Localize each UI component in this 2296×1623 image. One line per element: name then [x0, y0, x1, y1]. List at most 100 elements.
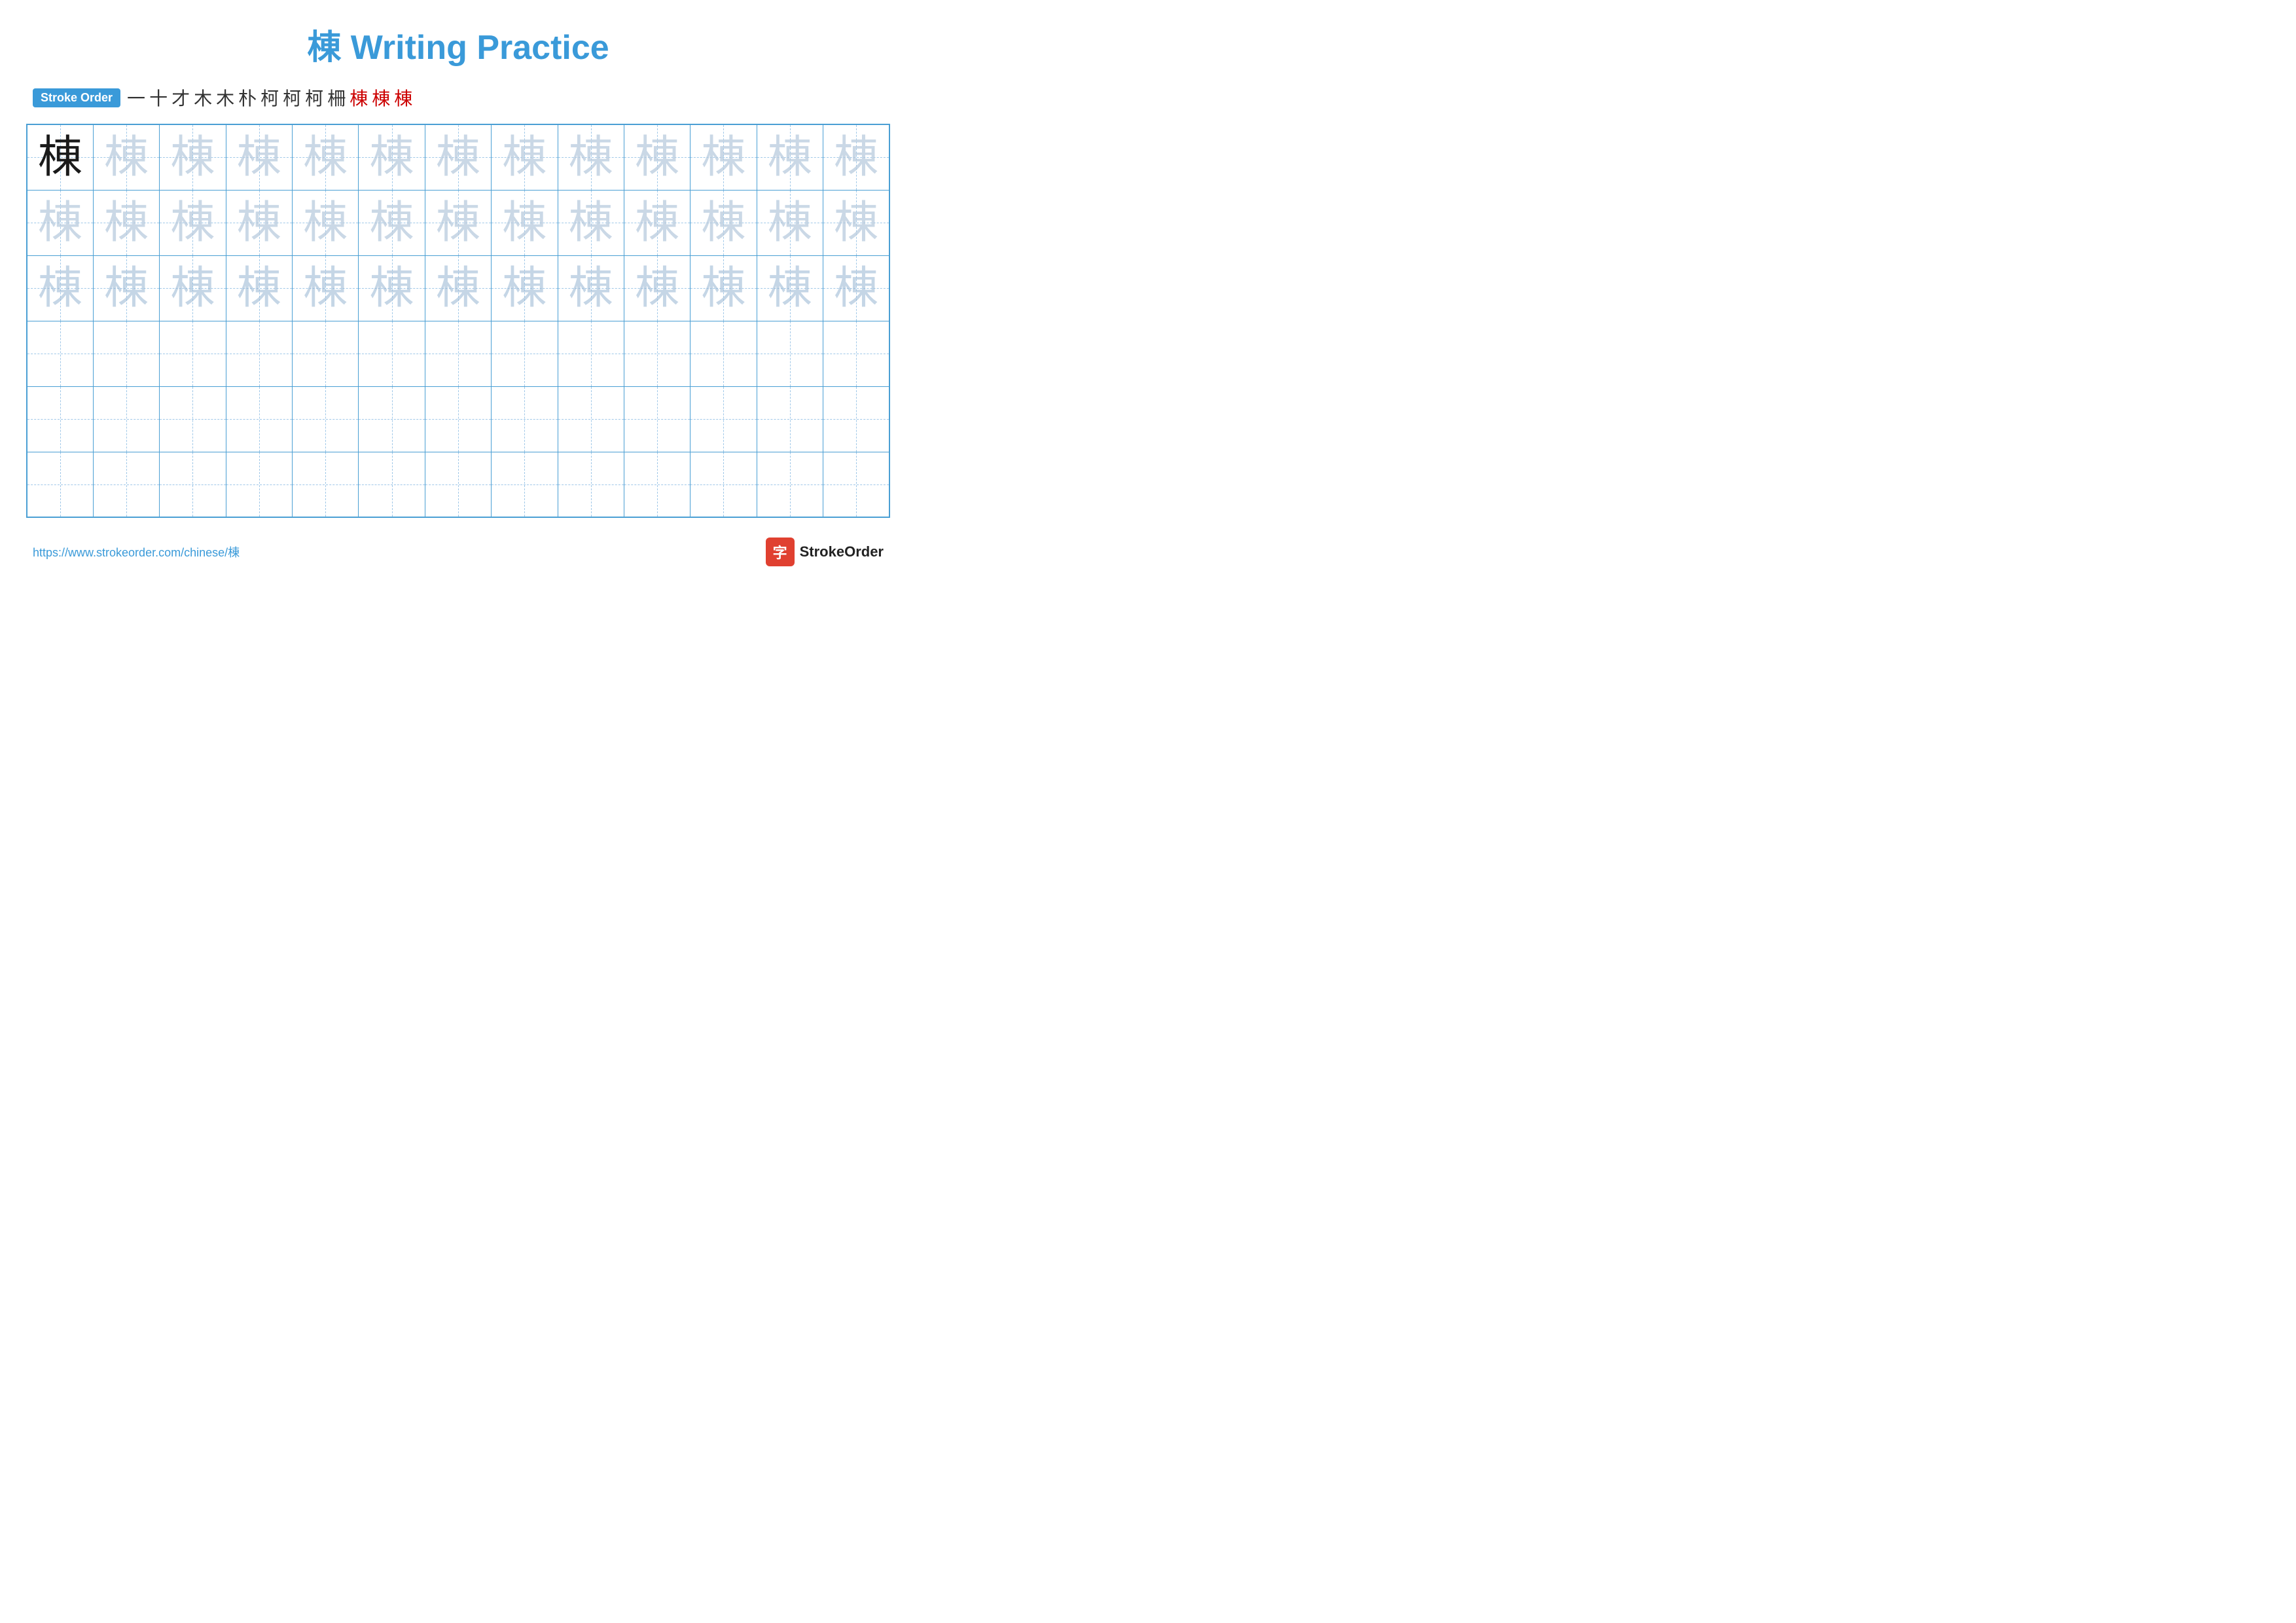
grid-cell[interactable]: 棟 — [624, 124, 690, 190]
practice-char: 棟 — [436, 263, 480, 313]
grid-cell[interactable] — [425, 386, 491, 452]
grid-cell[interactable] — [27, 321, 93, 386]
grid-cell[interactable]: 棟 — [226, 255, 292, 321]
grid-cell[interactable]: 棟 — [160, 255, 226, 321]
grid-cell[interactable]: 棟 — [160, 190, 226, 255]
grid-cell[interactable] — [757, 452, 823, 517]
grid-cell[interactable] — [27, 386, 93, 452]
grid-cell[interactable]: 棟 — [93, 124, 159, 190]
practice-char: 棟 — [436, 132, 480, 182]
grid-cell[interactable] — [425, 452, 491, 517]
grid-cell[interactable] — [757, 386, 823, 452]
table-row — [27, 452, 889, 517]
grid-cell[interactable] — [93, 321, 159, 386]
grid-cell[interactable]: 棟 — [293, 190, 359, 255]
grid-cell[interactable] — [293, 386, 359, 452]
grid-cell[interactable] — [293, 321, 359, 386]
stroke-9: 柯 — [305, 84, 323, 111]
grid-cell[interactable] — [425, 321, 491, 386]
grid-cell[interactable]: 棟 — [293, 124, 359, 190]
stroke-10: 柵 — [327, 84, 346, 111]
grid-cell[interactable]: 棟 — [359, 190, 425, 255]
grid-cell[interactable]: 棟 — [492, 124, 558, 190]
practice-char: 棟 — [635, 263, 679, 313]
grid-cell[interactable]: 棟 — [160, 124, 226, 190]
grid-cell[interactable] — [558, 321, 624, 386]
grid-cell[interactable]: 棟 — [624, 255, 690, 321]
practice-char: 棟 — [370, 132, 414, 182]
practice-char: 棟 — [436, 198, 480, 247]
grid-cell[interactable]: 棟 — [823, 255, 890, 321]
grid-cell[interactable]: 棟 — [691, 190, 757, 255]
grid-cell[interactable] — [823, 452, 890, 517]
practice-char: 棟 — [701, 132, 745, 182]
grid-cell[interactable] — [226, 386, 292, 452]
grid-cell[interactable] — [160, 386, 226, 452]
grid-cell[interactable]: 棟 — [757, 190, 823, 255]
grid-cell[interactable]: 棟 — [492, 190, 558, 255]
grid-cell[interactable] — [359, 321, 425, 386]
grid-cell[interactable] — [160, 452, 226, 517]
grid-cell[interactable] — [359, 386, 425, 452]
grid-cell[interactable] — [624, 452, 690, 517]
practice-char: 棟 — [502, 198, 547, 247]
grid-cell[interactable]: 棟 — [425, 124, 491, 190]
grid-cell[interactable]: 棟 — [691, 255, 757, 321]
grid-cell[interactable]: 棟 — [757, 255, 823, 321]
footer-url[interactable]: https://www.strokeorder.com/chinese/棟 — [33, 543, 240, 560]
grid-cell[interactable] — [160, 321, 226, 386]
grid-cell[interactable]: 棟 — [359, 255, 425, 321]
grid-cell[interactable] — [691, 321, 757, 386]
grid-cell[interactable] — [492, 386, 558, 452]
grid-cell[interactable] — [359, 452, 425, 517]
grid-cell[interactable]: 棟 — [558, 124, 624, 190]
grid-cell[interactable] — [492, 321, 558, 386]
grid-cell[interactable] — [93, 386, 159, 452]
grid-cell[interactable] — [823, 321, 890, 386]
stroke-12: 棟 — [372, 84, 390, 111]
stroke-2: 十 — [149, 84, 168, 111]
grid-cell[interactable]: 棟 — [624, 190, 690, 255]
table-row: 棟 棟 棟 棟 棟 棟 棟 棟 棟 棟 棟 棟 棟 — [27, 190, 889, 255]
grid-cell[interactable]: 棟 — [226, 124, 292, 190]
stroke-order-badge: Stroke Order — [33, 88, 120, 107]
grid-cell[interactable]: 棟 — [425, 255, 491, 321]
grid-cell[interactable]: 棟 — [757, 124, 823, 190]
grid-cell[interactable]: 棟 — [691, 124, 757, 190]
grid-cell[interactable] — [624, 321, 690, 386]
stroke-4: 木 — [194, 84, 212, 111]
grid-cell[interactable] — [823, 386, 890, 452]
grid-cell[interactable]: 棟 — [823, 190, 890, 255]
grid-cell[interactable]: 棟 — [27, 190, 93, 255]
grid-cell[interactable] — [226, 452, 292, 517]
grid-cell[interactable] — [558, 452, 624, 517]
table-row — [27, 386, 889, 452]
grid-cell[interactable]: 棟 — [492, 255, 558, 321]
grid-cell[interactable]: 棟 — [293, 255, 359, 321]
grid-cell[interactable]: 棟 — [425, 190, 491, 255]
grid-cell[interactable] — [492, 452, 558, 517]
grid-cell[interactable] — [226, 321, 292, 386]
grid-cell[interactable]: 棟 — [558, 190, 624, 255]
grid-cell[interactable]: 棟 — [359, 124, 425, 190]
grid-cell[interactable] — [624, 386, 690, 452]
grid-cell[interactable]: 棟 — [27, 124, 93, 190]
grid-cell[interactable] — [27, 452, 93, 517]
grid-cell[interactable] — [293, 452, 359, 517]
grid-cell[interactable]: 棟 — [226, 190, 292, 255]
grid-cell[interactable]: 棟 — [558, 255, 624, 321]
practice-char: 棟 — [38, 263, 82, 313]
practice-char: 棟 — [370, 263, 414, 313]
grid-cell[interactable] — [757, 321, 823, 386]
practice-char: 棟 — [170, 132, 215, 182]
grid-cell[interactable] — [691, 386, 757, 452]
stroke-3: 才 — [171, 84, 190, 111]
grid-cell[interactable]: 棟 — [93, 255, 159, 321]
grid-cell[interactable] — [691, 452, 757, 517]
grid-cell[interactable] — [558, 386, 624, 452]
grid-cell[interactable]: 棟 — [823, 124, 890, 190]
grid-cell[interactable]: 棟 — [27, 255, 93, 321]
grid-cell[interactable]: 棟 — [93, 190, 159, 255]
grid-cell[interactable] — [93, 452, 159, 517]
practice-char: 棟 — [768, 198, 812, 247]
